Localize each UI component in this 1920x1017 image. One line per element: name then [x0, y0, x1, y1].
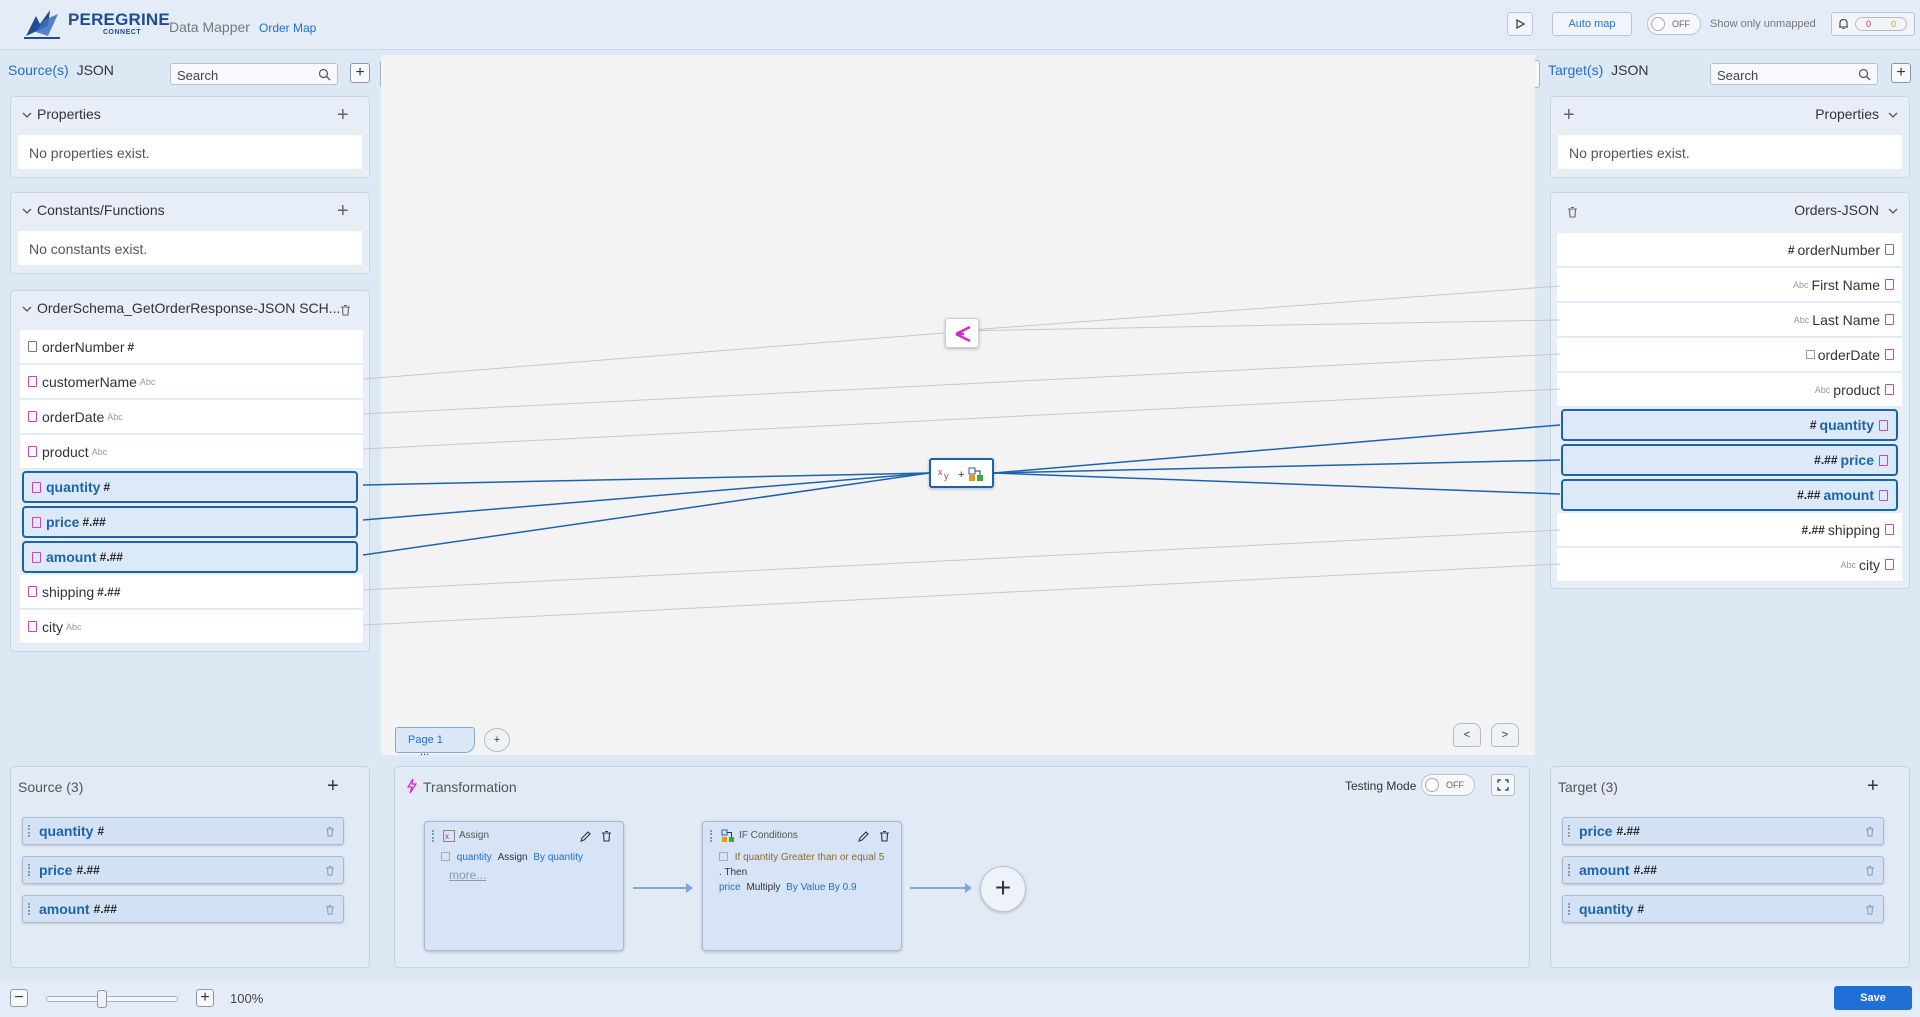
- chip-name: quantity: [39, 823, 94, 839]
- save-button[interactable]: Save: [1834, 986, 1912, 1010]
- drag-handle[interactable]: [1568, 864, 1571, 876]
- chip-type: #.##: [76, 863, 100, 877]
- arrow-head: [686, 883, 693, 893]
- svg-text:+: +: [958, 469, 964, 481]
- then-rule: price Multiply By Value By 0.9: [719, 882, 857, 893]
- rule-by: By Value By 0.9: [786, 882, 857, 893]
- rule-icon: [441, 852, 450, 861]
- page-tab-more[interactable]: ...: [420, 746, 429, 758]
- arrow-head: [965, 883, 972, 893]
- drag-handle[interactable]: [1568, 825, 1571, 837]
- chip-name: amount: [1579, 862, 1630, 878]
- trash-icon[interactable]: [325, 904, 335, 915]
- zoom-level: 100%: [230, 991, 264, 1006]
- drag-handle[interactable]: [710, 830, 713, 842]
- chip-type: #.##: [1633, 863, 1657, 877]
- if-condition-rule: If quantity Greater than or equal 5: [719, 852, 884, 863]
- rule-field: price: [719, 882, 741, 893]
- page-tab-label: Page 1: [408, 734, 443, 746]
- assign-rule: quantity Assign By quantity: [441, 852, 583, 863]
- trash-icon[interactable]: [1865, 865, 1875, 876]
- footer-bar: − + 100%: [0, 980, 1920, 1017]
- drag-handle[interactable]: [432, 830, 435, 842]
- bottom-source-title: Source (3): [18, 779, 84, 795]
- next-page-button[interactable]: >: [1491, 723, 1519, 747]
- rule-op: Assign: [497, 852, 528, 863]
- card-title: IF Conditions: [739, 830, 798, 841]
- add-page-button[interactable]: +: [484, 728, 510, 752]
- blue-mapping-lines: [362, 424, 1561, 556]
- merge-node[interactable]: [945, 318, 979, 348]
- transformation-node[interactable]: x y +: [929, 458, 994, 488]
- chip-name: quantity: [1579, 901, 1634, 917]
- svg-text:x: x: [445, 832, 449, 841]
- drag-handle[interactable]: [28, 825, 31, 837]
- drag-handle[interactable]: [28, 903, 31, 915]
- trash-icon[interactable]: [879, 830, 890, 842]
- edit-icon[interactable]: [579, 830, 592, 843]
- split-join-icon: [955, 325, 971, 343]
- chip-type: #.##: [93, 902, 117, 916]
- mapping-chip[interactable]: amount #.##: [22, 895, 344, 923]
- chip-type: #.##: [1616, 824, 1640, 838]
- mapping-chip[interactable]: quantity #: [1562, 895, 1884, 923]
- add-target-chip-button[interactable]: +: [1867, 776, 1879, 796]
- fullscreen-button[interactable]: [1491, 774, 1515, 796]
- assign-transform-card[interactable]: x Assign quantity Assign By quantity mor…: [424, 821, 624, 951]
- flow-arrow: [910, 887, 970, 889]
- rule-icon: [719, 852, 728, 861]
- chip-name: amount: [39, 901, 90, 917]
- toggle-state: OFF: [1446, 780, 1464, 790]
- chip-name: price: [39, 862, 73, 878]
- assign-icon: x: [443, 830, 455, 842]
- svg-text:y: y: [944, 471, 949, 481]
- toggle-knob: [1425, 778, 1439, 792]
- rule-op: Multiply: [746, 882, 781, 893]
- page-tab[interactable]: Page 1 ...: [395, 727, 475, 758]
- mapping-chip[interactable]: quantity #: [22, 817, 344, 845]
- trash-icon[interactable]: [325, 865, 335, 876]
- add-transformation-button[interactable]: +: [980, 866, 1026, 912]
- trash-icon[interactable]: [601, 830, 612, 842]
- drag-handle[interactable]: [28, 864, 31, 876]
- card-title: Assign: [459, 830, 490, 841]
- transformation-title: Transformation: [423, 779, 517, 795]
- edit-icon[interactable]: [857, 830, 870, 843]
- rule-by: By quantity: [533, 852, 583, 863]
- expand-icon: [1497, 779, 1509, 791]
- trash-icon[interactable]: [1865, 904, 1875, 915]
- mapping-chip[interactable]: price #.##: [22, 856, 344, 884]
- prev-page-button[interactable]: <: [1453, 723, 1481, 747]
- drag-handle[interactable]: [1568, 903, 1571, 915]
- flow-arrow: [633, 887, 691, 889]
- mapping-chip[interactable]: amount #.##: [1562, 856, 1884, 884]
- trash-icon[interactable]: [325, 826, 335, 837]
- trash-icon[interactable]: [1865, 826, 1875, 837]
- mapping-chip[interactable]: price #.##: [1562, 817, 1884, 845]
- testing-mode-label: Testing Mode: [1345, 779, 1417, 793]
- bottom-target-title: Target (3): [1558, 779, 1618, 795]
- chip-type: #: [1637, 902, 1645, 916]
- rule-field: quantity: [456, 852, 492, 863]
- if-conditions-card[interactable]: IF Conditions If quantity Greater than o…: [702, 821, 902, 951]
- testing-mode-toggle[interactable]: OFF: [1421, 774, 1475, 796]
- zoom-slider-handle[interactable]: [97, 990, 108, 1008]
- more-link[interactable]: more...: [449, 868, 486, 882]
- transform-function-icon: x y +: [938, 467, 983, 481]
- zoom-out-button[interactable]: −: [10, 989, 28, 1007]
- zoom-slider[interactable]: [46, 990, 178, 1008]
- lightning-icon: [407, 778, 417, 794]
- condition-text: If quantity Greater than or equal 5: [734, 852, 885, 863]
- svg-text:x: x: [938, 467, 943, 477]
- then-text: . Then: [719, 867, 748, 878]
- zoom-in-button[interactable]: +: [196, 989, 214, 1007]
- add-source-chip-button[interactable]: +: [327, 776, 339, 796]
- if-condition-icon: [721, 829, 734, 842]
- chip-type: #: [97, 824, 105, 838]
- chip-name: price: [1579, 823, 1613, 839]
